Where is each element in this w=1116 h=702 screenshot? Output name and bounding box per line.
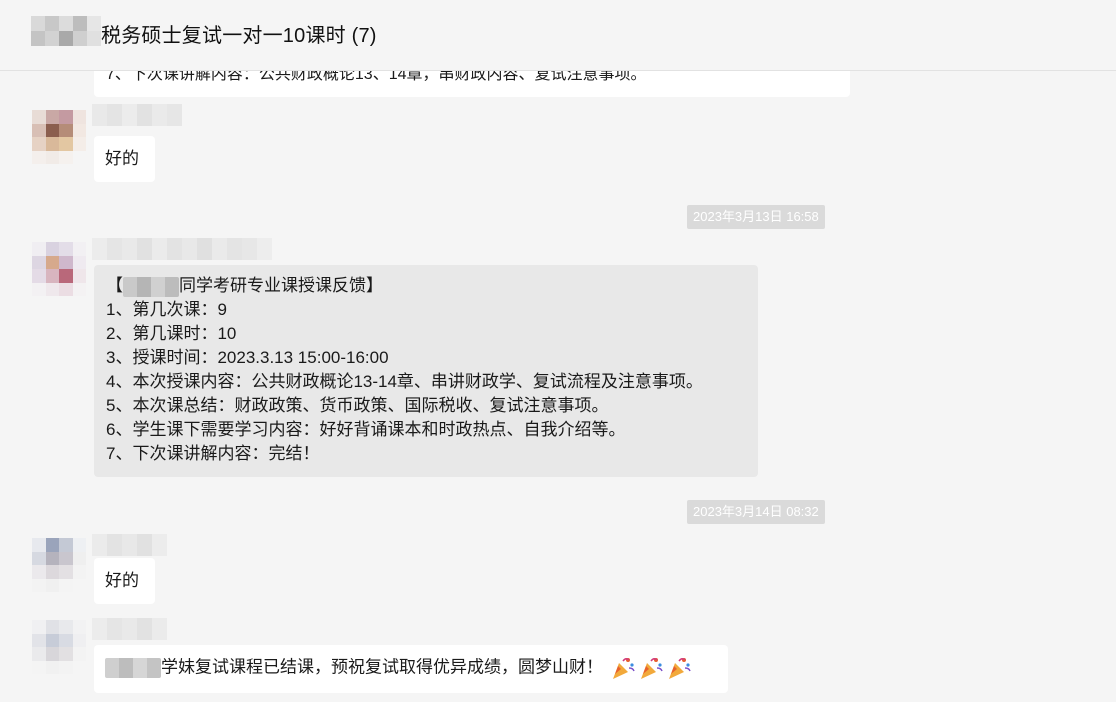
chat-window: 税务硕士复试一对一10课时 (7) 7、下次课讲解内容：公共财政概论13、14章… — [0, 0, 1116, 702]
student-name-blurred — [123, 276, 179, 297]
sender-name-blurred — [92, 534, 167, 556]
party-popper-icon — [640, 657, 663, 679]
timestamp: 2023年3月14日 08:32 — [687, 500, 825, 524]
message-bubble: 好的 — [94, 136, 155, 182]
sender-name-blurred — [92, 238, 272, 260]
party-popper-icon — [668, 657, 691, 679]
message-bubble: 学妹复试课程已结课，预祝复试取得优异成绩，圆梦山财！ — [94, 645, 728, 693]
group-avatar-blurred[interactable] — [31, 16, 101, 46]
feedback-line: 4、本次授课内容：公共财政概论13-14章、串讲财政学、复试流程及注意事项。 — [106, 372, 703, 391]
party-popper-icon — [612, 657, 635, 679]
feedback-line: 1、第几次课：9 — [106, 300, 227, 319]
avatar-blurred[interactable] — [32, 538, 86, 592]
feedback-message-bubble[interactable]: 【同学考研专业课授课反馈】 1、第几次课：9 2、第几课时：10 3、授课时间：… — [94, 265, 758, 477]
avatar-blurred[interactable] — [32, 620, 86, 674]
student-name-blurred — [105, 658, 161, 678]
feedback-title: 【同学考研专业课授课反馈】 — [106, 276, 383, 297]
feedback-line: 6、学生课下需要学习内容：好好背诵课本和时政热点、自我介绍等。 — [106, 420, 626, 439]
feedback-line: 5、本次课总结：财政政策、货币政策、国际税收、复试注意事项。 — [106, 396, 609, 415]
avatar-blurred[interactable] — [32, 242, 86, 296]
message-bubble: 好的 — [94, 558, 155, 604]
feedback-line: 3、授课时间：2023.3.13 15:00-16:00 — [106, 348, 389, 367]
feedback-text: 【同学考研专业课授课反馈】 1、第几次课：9 2、第几课时：10 3、授课时间：… — [106, 274, 703, 466]
message-text: 好的 — [105, 571, 139, 590]
message-text: 好的 — [105, 149, 139, 168]
feedback-line: 2、第几课时：10 — [106, 324, 237, 343]
message-text: 学妹复试课程已结课，预祝复试取得优异成绩，圆梦山财！ — [105, 655, 692, 681]
sender-name-blurred — [92, 618, 167, 640]
feedback-line: 7、下次课讲解内容：完结！ — [106, 444, 320, 463]
timestamp: 2023年3月13日 16:58 — [687, 205, 825, 229]
chat-header: 税务硕士复试一对一10课时 (7) — [0, 0, 1116, 71]
chat-title: 税务硕士复试一对一10课时 (7) — [101, 25, 377, 47]
sender-name-blurred — [92, 104, 182, 126]
avatar-blurred[interactable] — [32, 110, 86, 164]
